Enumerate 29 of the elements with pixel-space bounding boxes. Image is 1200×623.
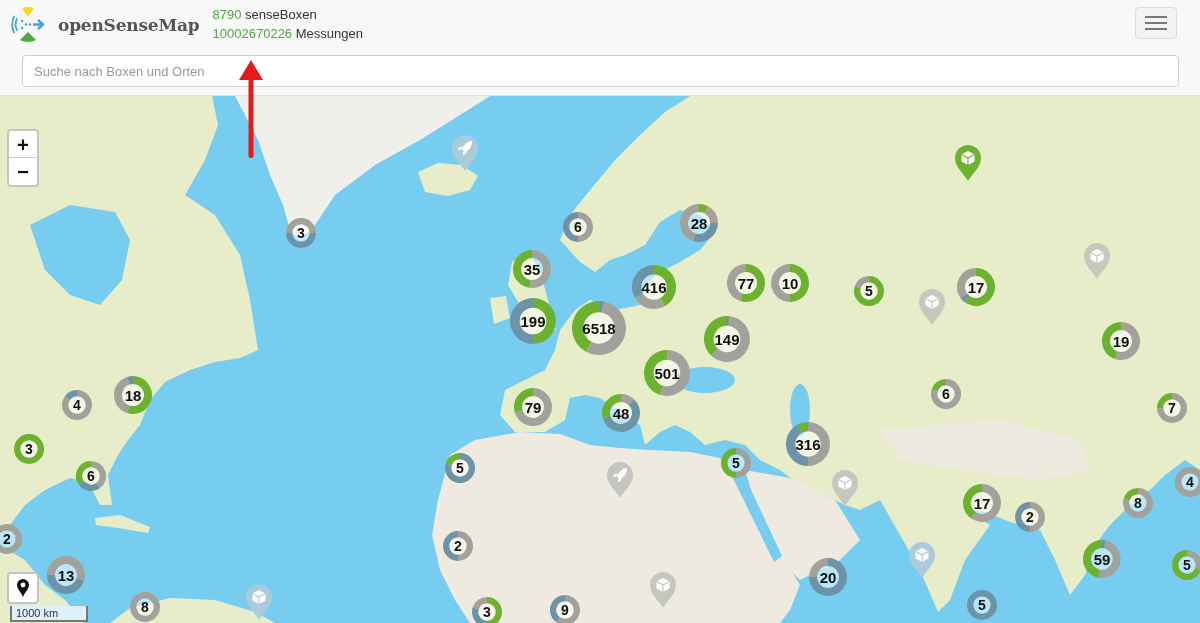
- ring-segment: [130, 592, 160, 622]
- island-shape: [418, 163, 478, 196]
- locate-button[interactable]: [7, 572, 39, 604]
- stat-text: 10002670226 Messungen: [212, 25, 363, 43]
- ring-segment: [740, 264, 765, 302]
- search-field[interactable]: Suche nach Boxen und Orten: [22, 55, 1179, 87]
- box-icon: [924, 295, 940, 310]
- island-shape: [95, 515, 150, 533]
- menu-button[interactable]: [1135, 7, 1177, 39]
- zoom-in-button[interactable]: +: [9, 131, 37, 158]
- scale-bar: 1000 km: [10, 606, 88, 622]
- ring-segment: [0, 524, 22, 554]
- logo-icon: [10, 7, 46, 43]
- box-icon: [251, 590, 267, 605]
- stat-text: 8790 senseBoxen: [212, 6, 318, 24]
- box-icon: [837, 476, 853, 491]
- box-icon: [960, 151, 976, 166]
- box-icon: [914, 548, 930, 563]
- menu-icon: [1145, 16, 1167, 30]
- rocket-icon: [458, 141, 472, 155]
- ring-segment: [1115, 322, 1140, 360]
- rocket-icon: [613, 468, 627, 482]
- app-title: openSenseMap: [58, 15, 200, 35]
- box-icon: [655, 578, 671, 593]
- ring-segment: [1175, 467, 1200, 497]
- ring-segment: [967, 590, 997, 620]
- location-pin-icon: [17, 579, 29, 597]
- box-icon: [1089, 249, 1105, 264]
- ring-segment: [14, 434, 44, 464]
